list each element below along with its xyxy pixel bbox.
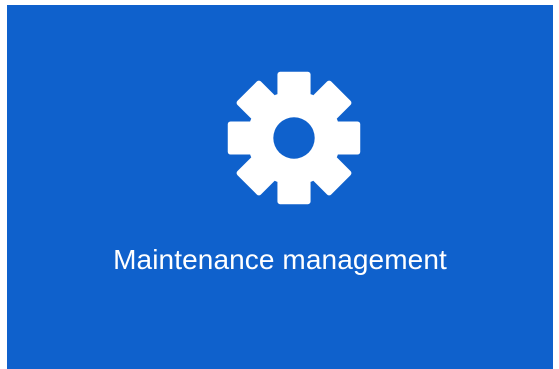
maintenance-management-tile[interactable]: Maintenance management [7,5,553,369]
tile-label: Maintenance management [113,244,447,275]
gear-icon [225,69,363,207]
